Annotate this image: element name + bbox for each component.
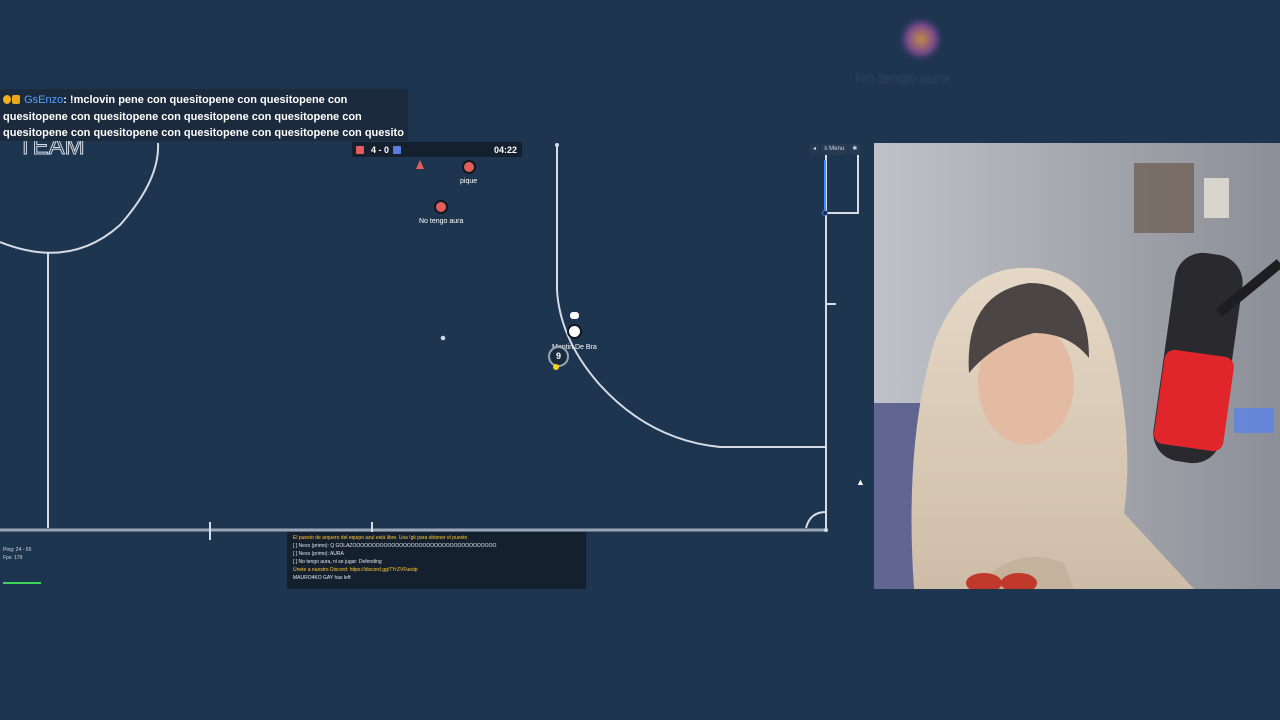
chat-message: : !mclovin pene con quesitopene con ques… <box>3 94 404 139</box>
player-no-tengo-aura-avatar <box>434 200 448 214</box>
scoreboard: 4 - 0 04:22 <box>352 142 522 157</box>
webcam-scene <box>874 143 1280 589</box>
chat-line: [ ] No tengo aura, ni se jugar: Defendin… <box>293 559 382 565</box>
penalty-arc <box>556 289 826 448</box>
goal-post <box>822 210 828 216</box>
badge-icon <box>3 95 11 104</box>
opponent-player <box>567 324 582 339</box>
game-chat: El puesto de arquero del equipo azul est… <box>287 532 586 589</box>
player-no-tengo-aura-label: No tengo aura <box>419 218 464 225</box>
ball <box>440 335 446 341</box>
chat-line: Únete a nuestro Discord: https://discord… <box>293 567 418 573</box>
webcam-feed <box>874 143 1280 589</box>
corner-arc <box>805 511 827 529</box>
wall-paper <box>1204 178 1229 218</box>
corner-post-top <box>555 143 559 147</box>
fps-readout: Fps: 179 <box>3 555 23 561</box>
stream-avatar-blur <box>902 20 940 58</box>
chat-line: [ ] Nexo (primo): AURA <box>293 551 344 557</box>
menu-button[interactable]: ≡ Menu <box>821 144 848 155</box>
game-toolbar: ◂ ≡ Menu ✱ <box>810 144 861 155</box>
self-player: 9 <box>548 346 569 367</box>
kick-indicator <box>553 364 559 370</box>
red-arrow-marker <box>416 160 424 169</box>
player-pique-avatar <box>462 160 476 174</box>
chat-line: MAURO4KO GAY has left <box>293 575 351 581</box>
chat-username: GsEnzo <box>24 94 64 106</box>
corner-post-bottom <box>824 528 828 532</box>
player-chat-bubble <box>570 312 579 319</box>
chat-line: El puesto de arquero del equipo azul est… <box>293 535 468 541</box>
match-timer: 04:22 <box>493 144 517 155</box>
red-team-icon <box>356 145 364 154</box>
wall-poster <box>1134 163 1194 233</box>
microphone-led <box>1153 349 1234 452</box>
score: 4 - 0 <box>371 144 390 155</box>
ping-bar <box>3 582 41 584</box>
player-pique-label: pique <box>460 178 478 185</box>
goal-frame <box>826 150 859 214</box>
stream-ghost-name: No tengo aura <box>855 70 951 87</box>
chat-line: [ ] Nexo (primo): Q GOLAZOOOOOOOOOOOOOOO… <box>293 543 497 549</box>
speaker-icon[interactable]: ◂ <box>810 144 820 155</box>
badge-icon <box>12 95 20 104</box>
mouse-cursor-icon: ▲ <box>856 477 865 487</box>
ping-readout: Ping: 24 - 65 <box>3 547 32 553</box>
blue-team-icon <box>393 145 402 154</box>
twitch-chat-overlay: GsEnzo: !mclovin pene con quesitopene co… <box>0 89 408 141</box>
ping-panel: Ping: 24 - 65 Fps: 179 <box>3 546 31 562</box>
gear-icon[interactable]: ✱ <box>849 144 861 155</box>
